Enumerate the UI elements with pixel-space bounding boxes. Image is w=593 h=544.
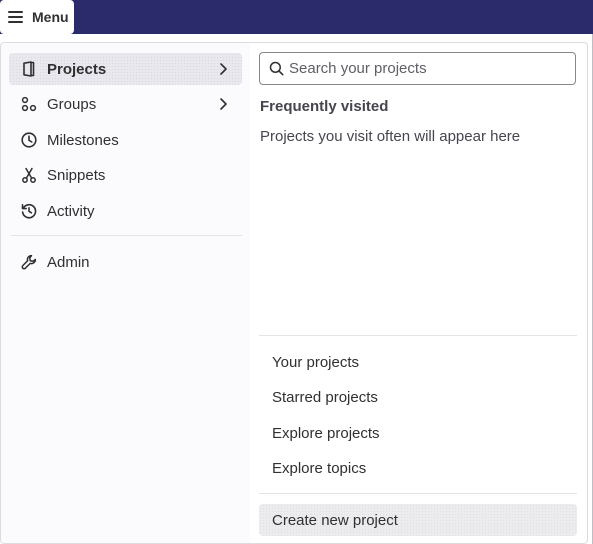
link-explore-projects[interactable]: Explore projects (259, 418, 577, 448)
menu-item-label: Projects (47, 60, 107, 78)
menu-item-milestones[interactable]: Milestones (9, 124, 242, 156)
create-new-project-button[interactable]: Create new project (259, 504, 577, 536)
history-icon (21, 203, 37, 219)
scissors-icon (21, 167, 37, 183)
clock-icon (21, 132, 37, 148)
menu-item-activity[interactable]: Activity (9, 195, 242, 227)
top-navbar: Menu (0, 0, 593, 34)
project-icon (21, 61, 37, 77)
projects-panel: Frequently visited Projects you visit of… (250, 43, 587, 543)
link-your-projects[interactable]: Your projects (259, 347, 577, 377)
chevron-right-icon (220, 63, 227, 75)
menu-item-groups[interactable]: Groups (9, 88, 242, 120)
frequently-visited-heading: Frequently visited (260, 98, 389, 115)
frequently-visited-empty-state: Projects you visit often will appear her… (260, 128, 521, 145)
panel-divider (259, 493, 577, 494)
menu-item-label: Snippets (47, 166, 106, 184)
menu-divider (11, 235, 242, 236)
menu-item-label: Admin (47, 253, 90, 271)
menu-item-admin[interactable]: Admin (9, 246, 242, 278)
link-starred-projects[interactable]: Starred projects (259, 382, 577, 412)
menu-item-projects[interactable]: Projects (9, 53, 242, 85)
menu-item-label: Activity (47, 202, 95, 220)
menu-dropdown: Projects Groups Milestones Snippets Acti… (0, 42, 588, 544)
group-icon (21, 96, 37, 112)
wrench-icon (21, 254, 37, 270)
menu-button-label: Menu (32, 9, 69, 25)
project-search[interactable] (259, 52, 576, 85)
link-explore-topics[interactable]: Explore topics (259, 453, 577, 483)
menu-item-snippets[interactable]: Snippets (9, 159, 242, 191)
search-icon (269, 61, 284, 76)
search-input[interactable] (289, 60, 575, 77)
menu-item-label: Groups (47, 95, 97, 113)
menu-item-label: Milestones (47, 131, 119, 149)
chevron-right-icon (220, 98, 227, 110)
hamburger-icon (8, 11, 23, 23)
panel-divider (259, 335, 577, 336)
menu-button[interactable]: Menu (0, 0, 74, 34)
menu-sidebar: Projects Groups Milestones Snippets Acti… (1, 43, 250, 543)
